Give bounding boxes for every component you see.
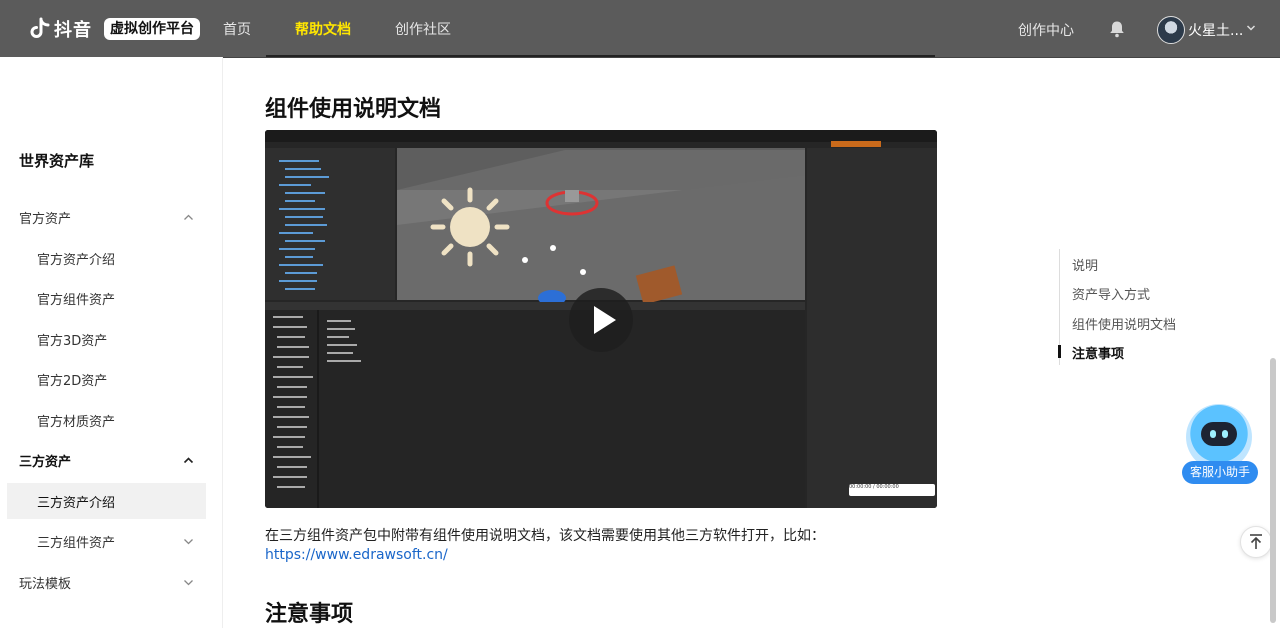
sidebar-item-official-3d[interactable]: 官方3D资产 [0,321,206,357]
paragraph-text: 在三方组件资产包中附带有组件使用说明文档，该文档需要使用其他三方软件打开，比如： [265,528,825,544]
creator-center-link[interactable]: 创作中心 [1018,20,1074,40]
sidebar-item-official-intro[interactable]: 官方资产介绍 [0,240,206,276]
toc-item-notes[interactable]: 注意事项 [1072,343,1124,362]
sidebar-group-label: 官方资产 [19,211,72,227]
section-title-notes: 注意事项 [265,602,354,627]
chevron-down-icon [184,539,193,545]
chevron-up-icon [183,457,194,464]
sidebar-group-label: 三方资产 [19,454,72,470]
bell-icon[interactable] [1108,20,1126,38]
sidebar-group-label: 玩法模板 [19,576,72,592]
customer-service-button[interactable]: 客服小助手 [1182,461,1258,484]
nav-community[interactable]: 创作社区 [395,19,451,39]
robot-eye [1210,430,1216,438]
avatar[interactable] [1157,16,1185,44]
toc-active-marker [1058,345,1061,358]
robot-eye [1222,430,1228,438]
chevron-down-icon [184,580,193,586]
sidebar-item-label: 官方资产介绍 [37,252,116,268]
top-navigation-bar: 抖音 虚拟创作平台 首页 帮助文档 创作社区 创作中心 火星土... [0,0,1280,58]
sidebar-item-official-2d[interactable]: 官方2D资产 [0,361,206,397]
nav-home[interactable]: 首页 [223,19,251,39]
sidebar-item-official-components[interactable]: 官方组件资产 [0,280,206,316]
sidebar-item-third-party-components[interactable]: 三方组件资产 [0,523,206,559]
douyin-note-icon [30,17,50,38]
platform-badge: 虚拟创作平台 [104,18,200,40]
edrawsoft-link[interactable]: https://www.edrawsoft.cn/ [265,547,448,563]
main-nav: 首页 帮助文档 创作社区 [223,0,495,57]
previous-media-bottom-edge [266,55,935,57]
section-title: 组件使用说明文档 [265,97,442,122]
sidebar-group-gameplay-templates[interactable]: 玩法模板 [0,564,206,600]
play-icon [594,306,616,334]
video-player[interactable]: 00:00:00 / 00:00:00 [265,130,937,508]
sidebar-item-label: 官方2D资产 [37,373,108,389]
sidebar-group-official-assets[interactable]: 官方资产 [0,199,206,235]
scrollbar-thumb[interactable] [1270,358,1276,623]
sidebar-item-label: 官方组件资产 [37,292,116,308]
username[interactable]: 火星土... [1188,20,1243,40]
sidebar-item-label: 三方组件资产 [37,535,116,551]
sidebar-group-third-party-assets[interactable]: 三方资产 [0,442,206,478]
sidebar-item-third-party-intro[interactable]: 三方资产介绍 [7,483,206,519]
back-to-top-button[interactable] [1240,526,1272,558]
douyin-logo[interactable]: 抖音 虚拟创作平台 [28,16,200,42]
arrow-up-to-line-icon [1250,534,1262,549]
brand-name: 抖音 [54,20,92,41]
sidebar: 世界资产库 官方资产 官方资产介绍 官方组件资产 官方3D资产 官方2D资产 官… [0,57,223,628]
chevron-up-icon [184,214,193,220]
sidebar-title: 世界资产库 [19,152,95,170]
play-button[interactable] [569,288,633,352]
toc-item-import[interactable]: 资产导入方式 [1072,284,1150,303]
chevron-down-icon[interactable] [1246,23,1256,33]
toc-item-intro[interactable]: 说明 [1072,255,1098,274]
sidebar-item-label: 三方资产介绍 [37,495,116,511]
sidebar-item-official-materials[interactable]: 官方材质资产 [0,402,206,438]
sidebar-item-label: 官方材质资产 [37,414,116,430]
nav-help-docs[interactable]: 帮助文档 [295,19,351,39]
sidebar-item-label: 官方3D资产 [37,333,108,349]
video-time-readout: 00:00:00 / 00:00:00 [849,484,935,496]
robot-face [1201,422,1237,446]
toc-item-component-docs[interactable]: 组件使用说明文档 [1072,314,1176,333]
